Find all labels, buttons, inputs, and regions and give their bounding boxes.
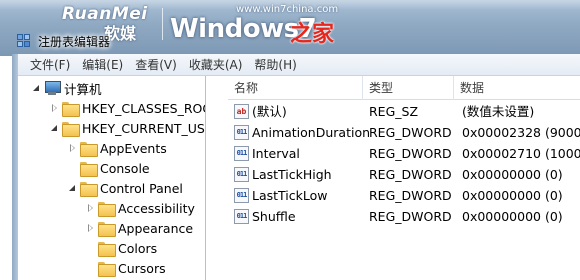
value-name: (默认) — [252, 104, 287, 119]
tree-item-label: Colors — [118, 240, 158, 256]
tree-item-hkey-current-user[interactable]: HKEY_CURRENT_USER — [48, 118, 205, 138]
tree-item-cursors[interactable]: Cursors — [84, 258, 166, 278]
folder-icon — [98, 201, 116, 217]
value-data: 0x00002328 (9000) — [462, 125, 580, 140]
column-header-type[interactable]: 类型 — [363, 76, 453, 100]
value-name: AnimationDuration — [252, 125, 371, 140]
value-name: LastTickLow — [252, 188, 328, 203]
folder-icon — [80, 141, 98, 157]
value-data: 0x00000000 (0) — [462, 209, 563, 224]
value-name: Shuffle — [252, 209, 296, 224]
folder-icon — [98, 241, 116, 257]
menu-view[interactable]: 查看(V) — [129, 56, 183, 73]
tree-item-label: Console — [100, 160, 150, 176]
computer-icon — [44, 81, 61, 95]
value-row-lateticklow[interactable]: 011 LastTickLow REG_DWORD 0x00000000 (0) — [228, 185, 580, 206]
tree-item-control-panel[interactable]: Control Panel — [66, 178, 183, 198]
expanded-arrow-icon[interactable] — [66, 182, 78, 194]
collapsed-arrow-icon[interactable] — [84, 222, 96, 234]
regedit-app-icon — [16, 33, 32, 49]
value-type: REG_SZ — [369, 104, 419, 119]
value-name: LastTickHigh — [252, 167, 332, 182]
tree-item-colors[interactable]: Colors — [84, 238, 157, 258]
value-row-default[interactable]: ab (默认) REG_SZ (数值未设置) — [228, 101, 580, 122]
value-data: (数值未设置) — [462, 104, 535, 119]
folder-icon — [62, 101, 80, 117]
binary-value-icon: 011 — [234, 125, 249, 140]
title-area: 注册表编辑器 — [12, 28, 580, 54]
tree-item-label: HKEY_CURRENT_USER — [82, 120, 205, 136]
value-row-shuffle[interactable]: 011 Shuffle REG_DWORD 0x00000000 (0) — [228, 206, 580, 227]
string-value-icon: ab — [234, 104, 249, 119]
binary-value-icon: 011 — [234, 146, 249, 161]
binary-value-icon: 011 — [234, 167, 249, 182]
tree-item-console[interactable]: Console — [66, 158, 150, 178]
tree-item-label: 计算机 — [64, 81, 102, 97]
value-type: REG_DWORD — [369, 209, 452, 224]
tree-item-label: AppEvents — [100, 140, 167, 156]
value-name: Interval — [252, 146, 300, 161]
column-header-data[interactable]: 数据 — [454, 76, 580, 100]
registry-tree: 计算机 HKEY_CLASSES_ROOT HKEY_CURRENT_USER … — [18, 76, 206, 280]
list-header: 名称 类型 数据 — [228, 76, 580, 100]
values-list: 名称 类型 数据 ab (默认) REG_SZ (数值未设置) 011 Anim… — [228, 76, 580, 280]
value-row-animationduration[interactable]: 011 AnimationDuration REG_DWORD 0x000023… — [228, 122, 580, 143]
tree-item-label: Appearance — [118, 220, 194, 236]
collapsed-arrow-icon[interactable] — [84, 202, 96, 214]
arrow-placeholder — [84, 262, 96, 274]
folder-icon — [80, 181, 98, 197]
menu-edit[interactable]: 编辑(E) — [76, 56, 129, 73]
tree-item-accessibility[interactable]: Accessibility — [84, 198, 195, 218]
collapsed-arrow-icon[interactable] — [48, 102, 60, 114]
tree-item-appevents[interactable]: AppEvents — [66, 138, 167, 158]
arrow-placeholder — [84, 242, 96, 254]
collapsed-arrow-icon[interactable] — [66, 142, 78, 154]
folder-icon — [80, 161, 98, 177]
folder-icon — [98, 221, 116, 237]
window-title: 注册表编辑器 — [38, 34, 111, 49]
menu-file[interactable]: 文件(F) — [24, 56, 76, 73]
value-type: REG_DWORD — [369, 188, 452, 203]
value-data: 0x00000000 (0) — [462, 188, 563, 203]
folder-icon — [62, 121, 80, 137]
tree-item-appearance[interactable]: Appearance — [84, 218, 193, 238]
value-row-lasttickhigh[interactable]: 011 LastTickHigh REG_DWORD 0x00000000 (0… — [228, 164, 580, 185]
arrow-placeholder — [66, 162, 78, 174]
value-data: 0x00002710 (10000) — [462, 146, 580, 161]
value-row-interval[interactable]: 011 Interval REG_DWORD 0x00002710 (10000… — [228, 143, 580, 164]
tree-item-label: Control Panel — [100, 180, 183, 196]
tree-item-computer[interactable]: 计算机 — [30, 78, 102, 98]
menu-favorites[interactable]: 收藏夹(A) — [183, 56, 249, 73]
column-header-name[interactable]: 名称 — [228, 76, 362, 100]
tree-item-label: Cursors — [118, 260, 166, 276]
binary-value-icon: 011 — [234, 209, 249, 224]
tree-item-hkey-classes-root[interactable]: HKEY_CLASSES_ROOT — [48, 98, 205, 118]
expanded-arrow-icon[interactable] — [48, 122, 60, 134]
tree-item-label: HKEY_CLASSES_ROOT — [82, 100, 205, 116]
menu-help[interactable]: 帮助(H) — [248, 56, 302, 73]
folder-icon — [98, 261, 116, 277]
value-type: REG_DWORD — [369, 125, 452, 140]
menu-bar: 文件(F) 编辑(E) 查看(V) 收藏夹(A) 帮助(H) — [18, 54, 580, 76]
tree-item-label: Accessibility — [118, 200, 195, 216]
value-data: 0x00000000 (0) — [462, 167, 563, 182]
value-type: REG_DWORD — [369, 146, 452, 161]
expanded-arrow-icon[interactable] — [30, 82, 42, 94]
value-type: REG_DWORD — [369, 167, 452, 182]
binary-value-icon: 011 — [234, 188, 249, 203]
